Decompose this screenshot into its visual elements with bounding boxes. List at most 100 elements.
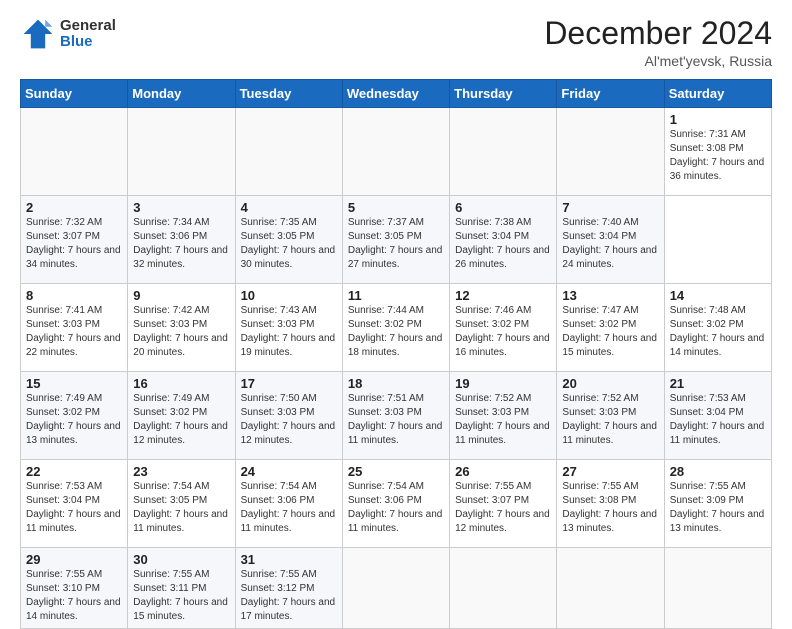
calendar-cell: 19Sunrise: 7:52 AMSunset: 3:03 PMDayligh… <box>450 372 557 460</box>
calendar-cell <box>342 548 449 629</box>
day-number: 5 <box>348 200 444 215</box>
calendar-cell: 11Sunrise: 7:44 AMSunset: 3:02 PMDayligh… <box>342 284 449 372</box>
day-info: Sunrise: 7:52 AMSunset: 3:03 PMDaylight:… <box>455 392 551 448</box>
day-number: 1 <box>670 112 766 127</box>
calendar-cell: 24Sunrise: 7:54 AMSunset: 3:06 PMDayligh… <box>235 460 342 548</box>
day-number: 20 <box>562 376 658 391</box>
calendar-cell: 14Sunrise: 7:48 AMSunset: 3:02 PMDayligh… <box>664 284 771 372</box>
calendar-cell: 1Sunrise: 7:31 AMSunset: 3:08 PMDaylight… <box>664 108 771 196</box>
day-info: Sunrise: 7:34 AMSunset: 3:06 PMDaylight:… <box>133 216 229 272</box>
calendar-header-monday: Monday <box>128 80 235 108</box>
day-number: 27 <box>562 464 658 479</box>
logo-text: General Blue <box>60 18 116 51</box>
day-number: 16 <box>133 376 229 391</box>
day-number: 26 <box>455 464 551 479</box>
calendar-header-thursday: Thursday <box>450 80 557 108</box>
day-number: 7 <box>562 200 658 215</box>
calendar-week-2: 2Sunrise: 7:32 AMSunset: 3:07 PMDaylight… <box>21 196 772 284</box>
calendar-cell: 12Sunrise: 7:46 AMSunset: 3:02 PMDayligh… <box>450 284 557 372</box>
day-info: Sunrise: 7:46 AMSunset: 3:02 PMDaylight:… <box>455 304 551 360</box>
day-info: Sunrise: 7:35 AMSunset: 3:05 PMDaylight:… <box>241 216 337 272</box>
day-number: 13 <box>562 288 658 303</box>
day-number: 4 <box>241 200 337 215</box>
day-info: Sunrise: 7:55 AMSunset: 3:11 PMDaylight:… <box>133 568 229 624</box>
day-number: 9 <box>133 288 229 303</box>
logo-general-text: General <box>60 18 116 35</box>
month-title: December 2024 <box>544 16 772 51</box>
day-info: Sunrise: 7:40 AMSunset: 3:04 PMDaylight:… <box>562 216 658 272</box>
day-info: Sunrise: 7:41 AMSunset: 3:03 PMDaylight:… <box>26 304 122 360</box>
calendar-cell: 17Sunrise: 7:50 AMSunset: 3:03 PMDayligh… <box>235 372 342 460</box>
calendar-week-5: 22Sunrise: 7:53 AMSunset: 3:04 PMDayligh… <box>21 460 772 548</box>
calendar-cell <box>21 108 128 196</box>
day-info: Sunrise: 7:49 AMSunset: 3:02 PMDaylight:… <box>133 392 229 448</box>
day-info: Sunrise: 7:55 AMSunset: 3:09 PMDaylight:… <box>670 480 766 536</box>
calendar-header-row: SundayMondayTuesdayWednesdayThursdayFrid… <box>21 80 772 108</box>
day-info: Sunrise: 7:51 AMSunset: 3:03 PMDaylight:… <box>348 392 444 448</box>
day-number: 29 <box>26 552 122 567</box>
calendar-cell: 22Sunrise: 7:53 AMSunset: 3:04 PMDayligh… <box>21 460 128 548</box>
day-info: Sunrise: 7:54 AMSunset: 3:05 PMDaylight:… <box>133 480 229 536</box>
day-number: 25 <box>348 464 444 479</box>
day-info: Sunrise: 7:55 AMSunset: 3:08 PMDaylight:… <box>562 480 658 536</box>
day-info: Sunrise: 7:55 AMSunset: 3:07 PMDaylight:… <box>455 480 551 536</box>
calendar-cell: 21Sunrise: 7:53 AMSunset: 3:04 PMDayligh… <box>664 372 771 460</box>
calendar-cell: 29Sunrise: 7:55 AMSunset: 3:10 PMDayligh… <box>21 548 128 629</box>
day-number: 19 <box>455 376 551 391</box>
day-number: 6 <box>455 200 551 215</box>
page: General Blue December 2024 Al'met'yevsk,… <box>0 0 792 612</box>
calendar-cell: 16Sunrise: 7:49 AMSunset: 3:02 PMDayligh… <box>128 372 235 460</box>
day-number: 24 <box>241 464 337 479</box>
calendar-cell: 8Sunrise: 7:41 AMSunset: 3:03 PMDaylight… <box>21 284 128 372</box>
calendar-header-tuesday: Tuesday <box>235 80 342 108</box>
calendar-week-1: 1Sunrise: 7:31 AMSunset: 3:08 PMDaylight… <box>21 108 772 196</box>
calendar-cell <box>557 548 664 629</box>
day-info: Sunrise: 7:48 AMSunset: 3:02 PMDaylight:… <box>670 304 766 360</box>
day-info: Sunrise: 7:47 AMSunset: 3:02 PMDaylight:… <box>562 304 658 360</box>
day-number: 15 <box>26 376 122 391</box>
calendar-cell: 4Sunrise: 7:35 AMSunset: 3:05 PMDaylight… <box>235 196 342 284</box>
day-info: Sunrise: 7:31 AMSunset: 3:08 PMDaylight:… <box>670 128 766 184</box>
day-number: 23 <box>133 464 229 479</box>
calendar-cell: 3Sunrise: 7:34 AMSunset: 3:06 PMDaylight… <box>128 196 235 284</box>
calendar-cell: 30Sunrise: 7:55 AMSunset: 3:11 PMDayligh… <box>128 548 235 629</box>
day-info: Sunrise: 7:52 AMSunset: 3:03 PMDaylight:… <box>562 392 658 448</box>
day-info: Sunrise: 7:38 AMSunset: 3:04 PMDaylight:… <box>455 216 551 272</box>
day-number: 28 <box>670 464 766 479</box>
calendar-header-saturday: Saturday <box>664 80 771 108</box>
day-info: Sunrise: 7:42 AMSunset: 3:03 PMDaylight:… <box>133 304 229 360</box>
day-info: Sunrise: 7:43 AMSunset: 3:03 PMDaylight:… <box>241 304 337 360</box>
calendar-cell: 27Sunrise: 7:55 AMSunset: 3:08 PMDayligh… <box>557 460 664 548</box>
calendar-table: SundayMondayTuesdayWednesdayThursdayFrid… <box>20 79 772 629</box>
calendar-cell: 23Sunrise: 7:54 AMSunset: 3:05 PMDayligh… <box>128 460 235 548</box>
calendar-week-3: 8Sunrise: 7:41 AMSunset: 3:03 PMDaylight… <box>21 284 772 372</box>
day-number: 3 <box>133 200 229 215</box>
day-info: Sunrise: 7:54 AMSunset: 3:06 PMDaylight:… <box>348 480 444 536</box>
day-number: 11 <box>348 288 444 303</box>
calendar-cell: 7Sunrise: 7:40 AMSunset: 3:04 PMDaylight… <box>557 196 664 284</box>
calendar-cell: 31Sunrise: 7:55 AMSunset: 3:12 PMDayligh… <box>235 548 342 629</box>
location: Al'met'yevsk, Russia <box>544 53 772 69</box>
calendar-cell <box>342 108 449 196</box>
calendar-header-friday: Friday <box>557 80 664 108</box>
day-number: 2 <box>26 200 122 215</box>
calendar-cell: 15Sunrise: 7:49 AMSunset: 3:02 PMDayligh… <box>21 372 128 460</box>
logo-blue-text: Blue <box>60 34 116 51</box>
calendar-header-sunday: Sunday <box>21 80 128 108</box>
calendar-cell: 10Sunrise: 7:43 AMSunset: 3:03 PMDayligh… <box>235 284 342 372</box>
day-number: 12 <box>455 288 551 303</box>
calendar-cell: 28Sunrise: 7:55 AMSunset: 3:09 PMDayligh… <box>664 460 771 548</box>
day-info: Sunrise: 7:50 AMSunset: 3:03 PMDaylight:… <box>241 392 337 448</box>
calendar-cell <box>450 108 557 196</box>
day-number: 22 <box>26 464 122 479</box>
header: General Blue December 2024 Al'met'yevsk,… <box>20 16 772 69</box>
day-info: Sunrise: 7:53 AMSunset: 3:04 PMDaylight:… <box>670 392 766 448</box>
calendar-cell <box>664 548 771 629</box>
calendar-cell <box>450 548 557 629</box>
day-info: Sunrise: 7:32 AMSunset: 3:07 PMDaylight:… <box>26 216 122 272</box>
logo: General Blue <box>20 16 116 52</box>
calendar-cell: 13Sunrise: 7:47 AMSunset: 3:02 PMDayligh… <box>557 284 664 372</box>
day-info: Sunrise: 7:49 AMSunset: 3:02 PMDaylight:… <box>26 392 122 448</box>
day-number: 8 <box>26 288 122 303</box>
calendar-cell <box>235 108 342 196</box>
